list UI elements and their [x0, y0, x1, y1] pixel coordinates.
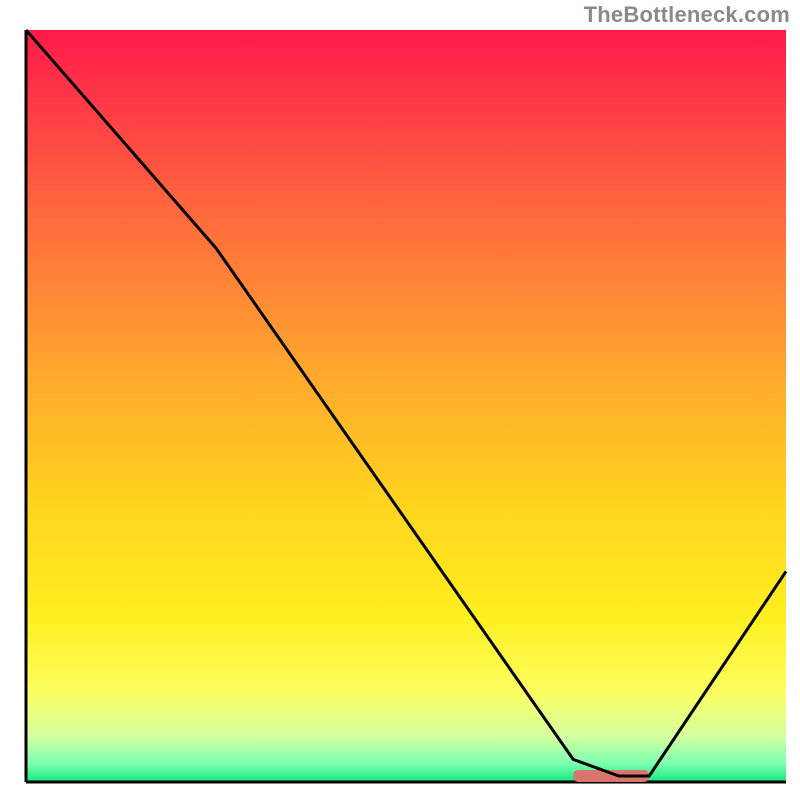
plot-background: [26, 30, 786, 782]
watermark-text: TheBottleneck.com: [584, 2, 790, 28]
bottleneck-chart: [0, 0, 800, 800]
chart-root: TheBottleneck.com: [0, 0, 800, 800]
